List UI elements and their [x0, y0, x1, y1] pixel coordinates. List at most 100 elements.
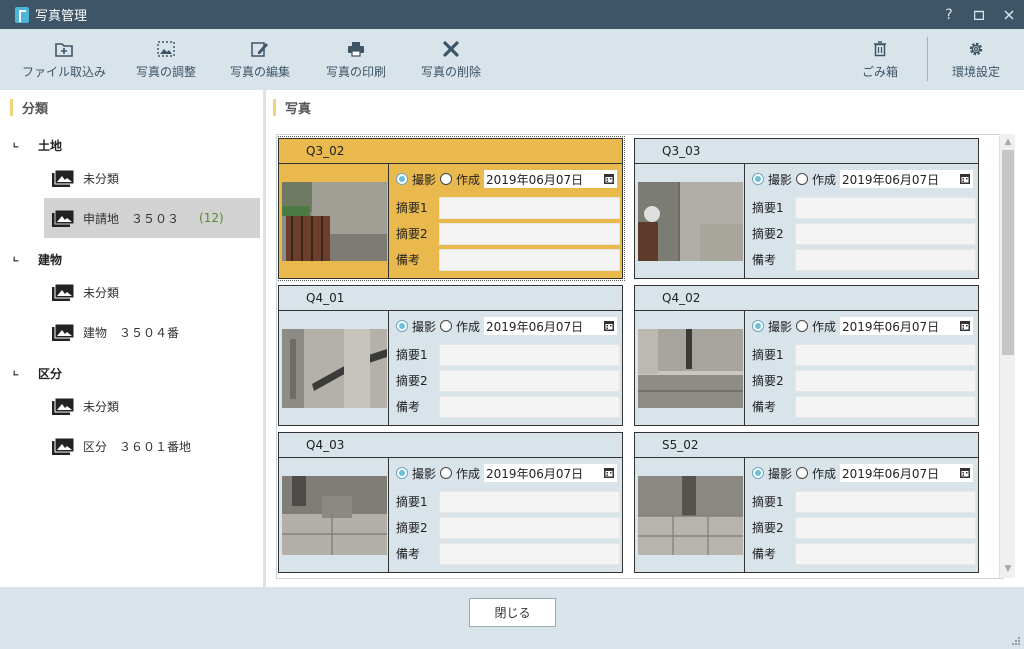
photo-folder-icon	[52, 323, 74, 341]
summary1-input[interactable]	[439, 197, 620, 219]
note-input[interactable]	[795, 249, 976, 271]
shoot-radio[interactable]	[752, 320, 764, 332]
date-picker[interactable]: 2019年06月07日	[840, 464, 974, 482]
scroll-down-icon[interactable]: ▼	[1003, 564, 1013, 574]
photo-card[interactable]: S5_02 撮影 作成 2019年06月07日 摘要1 摘要2 備考	[634, 432, 979, 573]
photo-thumbnail-frame	[635, 458, 745, 573]
create-radio[interactable]	[796, 173, 809, 185]
photo-card[interactable]: Q3_03 撮影 作成 2019年06月07日 摘要1 摘要2 備考	[634, 138, 979, 279]
photo-thumbnail[interactable]	[282, 329, 387, 408]
scroll-up-icon[interactable]: ▲	[1003, 137, 1013, 147]
resize-grip-icon[interactable]	[1011, 636, 1021, 646]
calendar-icon[interactable]	[960, 467, 971, 478]
photo-thumbnail-frame	[279, 311, 389, 426]
create-radio[interactable]	[796, 467, 809, 479]
delete-photo-button[interactable]: 写真の削除	[421, 37, 481, 85]
printer-icon	[347, 40, 365, 58]
summary2-input[interactable]	[439, 223, 620, 245]
note-input[interactable]	[439, 249, 620, 271]
adjust-photo-button[interactable]: 写真の調整	[136, 37, 196, 85]
calendar-icon[interactable]	[604, 467, 615, 478]
create-radio[interactable]	[440, 173, 453, 185]
summary2-input[interactable]	[795, 223, 976, 245]
note-input[interactable]	[439, 396, 620, 418]
photo-folder-icon	[52, 397, 74, 415]
photo-folder-icon	[52, 169, 74, 187]
shoot-radio[interactable]	[752, 467, 764, 479]
window-title: 写真管理	[35, 9, 88, 24]
category-panel: 分類 土地 未分類 申請地 ３５０３ (12) 建物 未分類 建物 ３５０４番 …	[0, 90, 263, 587]
photo-card[interactable]: Q4_03 撮影 作成 2019年06月07日 摘要1 摘要2 備考	[278, 432, 623, 573]
summary1-input[interactable]	[795, 344, 976, 366]
create-radio[interactable]	[440, 467, 453, 479]
photo-count: (12)	[199, 211, 224, 225]
scroll-thumb[interactable]	[1002, 150, 1014, 355]
app-logo-icon	[15, 6, 29, 23]
photo-thumbnail-frame	[635, 311, 745, 426]
toolbar-divider	[927, 37, 928, 81]
category-item-unit-unsorted[interactable]: 未分類	[0, 386, 263, 426]
calendar-icon[interactable]	[604, 320, 615, 331]
photo-thumbnail[interactable]	[282, 476, 387, 555]
category-building[interactable]: 建物	[0, 246, 263, 272]
settings-button[interactable]: 環境設定	[948, 37, 1004, 85]
photo-name: Q4_01	[306, 291, 345, 305]
edit-photo-button[interactable]: 写真の編集	[230, 37, 290, 85]
summary2-input[interactable]	[439, 517, 620, 539]
date-picker[interactable]: 2019年06月07日	[484, 464, 618, 482]
category-unit[interactable]: 区分	[0, 360, 263, 386]
date-picker[interactable]: 2019年06月07日	[840, 317, 974, 335]
trash-button[interactable]: ごみ箱	[860, 37, 900, 85]
shoot-radio[interactable]	[396, 320, 408, 332]
close-window-button[interactable]	[994, 0, 1024, 29]
photo-thumbnail[interactable]	[638, 476, 743, 555]
category-land[interactable]: 土地	[0, 132, 263, 158]
expand-arrow-icon[interactable]	[13, 256, 19, 262]
expand-arrow-icon[interactable]	[13, 370, 19, 376]
calendar-icon[interactable]	[604, 173, 615, 184]
category-item-building-3504[interactable]: 建物 ３５０４番	[0, 312, 263, 352]
photo-card[interactable]: Q4_02 撮影 作成 2019年06月07日 摘要1 摘要2 備考	[634, 285, 979, 426]
photo-card[interactable]: Q3_02 撮影 作成 2019年06月07日 摘要1 摘要2 備考	[277, 136, 625, 281]
create-radio[interactable]	[796, 320, 809, 332]
print-photo-button[interactable]: 写真の印刷	[326, 37, 386, 85]
create-radio[interactable]	[440, 320, 453, 332]
shoot-radio[interactable]	[396, 467, 408, 479]
shoot-radio[interactable]	[396, 173, 408, 185]
summary2-input[interactable]	[795, 517, 976, 539]
image-crop-icon	[157, 40, 175, 58]
expand-arrow-icon[interactable]	[13, 142, 19, 148]
toolbar: ファイル取込み 写真の調整 写真の編集 写真の印刷 写真の削除 ごみ箱 環境設定	[0, 29, 1024, 90]
photo-thumbnail[interactable]	[638, 182, 743, 261]
summary1-input[interactable]	[439, 344, 620, 366]
category-item-land-3503[interactable]: 申請地 ３５０３ (12)	[44, 198, 260, 238]
category-item-building-unsorted[interactable]: 未分類	[0, 272, 263, 312]
photo-name: Q4_03	[306, 438, 345, 452]
date-picker[interactable]: 2019年06月07日	[484, 317, 618, 335]
date-picker[interactable]: 2019年06月07日	[484, 170, 618, 188]
photo-name: Q3_03	[662, 144, 701, 158]
summary2-input[interactable]	[795, 370, 976, 392]
calendar-icon[interactable]	[960, 173, 971, 184]
summary1-input[interactable]	[439, 491, 620, 513]
summary2-input[interactable]	[439, 370, 620, 392]
import-file-button[interactable]: ファイル取込み	[22, 37, 106, 85]
calendar-icon[interactable]	[960, 320, 971, 331]
maximize-icon	[974, 10, 984, 20]
note-input[interactable]	[795, 543, 976, 565]
shoot-radio[interactable]	[752, 173, 764, 185]
close-button[interactable]: 閉じる	[469, 598, 556, 627]
summary1-input[interactable]	[795, 197, 976, 219]
date-picker[interactable]: 2019年06月07日	[840, 170, 974, 188]
category-item-land-unsorted[interactable]: 未分類	[0, 158, 263, 198]
photo-thumbnail[interactable]	[282, 182, 387, 261]
photo-grid-scrollbar[interactable]: ▲ ▼	[999, 134, 1015, 578]
summary1-input[interactable]	[795, 491, 976, 513]
note-input[interactable]	[795, 396, 976, 418]
photo-thumbnail[interactable]	[638, 329, 743, 408]
maximize-button[interactable]	[964, 0, 994, 29]
note-input[interactable]	[439, 543, 620, 565]
category-item-unit-3601[interactable]: 区分 ３６０１番地	[0, 426, 263, 466]
help-button[interactable]: ?	[934, 0, 964, 29]
photo-card[interactable]: Q4_01 撮影 作成 2019年06月07日 摘要1 摘要2 備考	[278, 285, 623, 426]
